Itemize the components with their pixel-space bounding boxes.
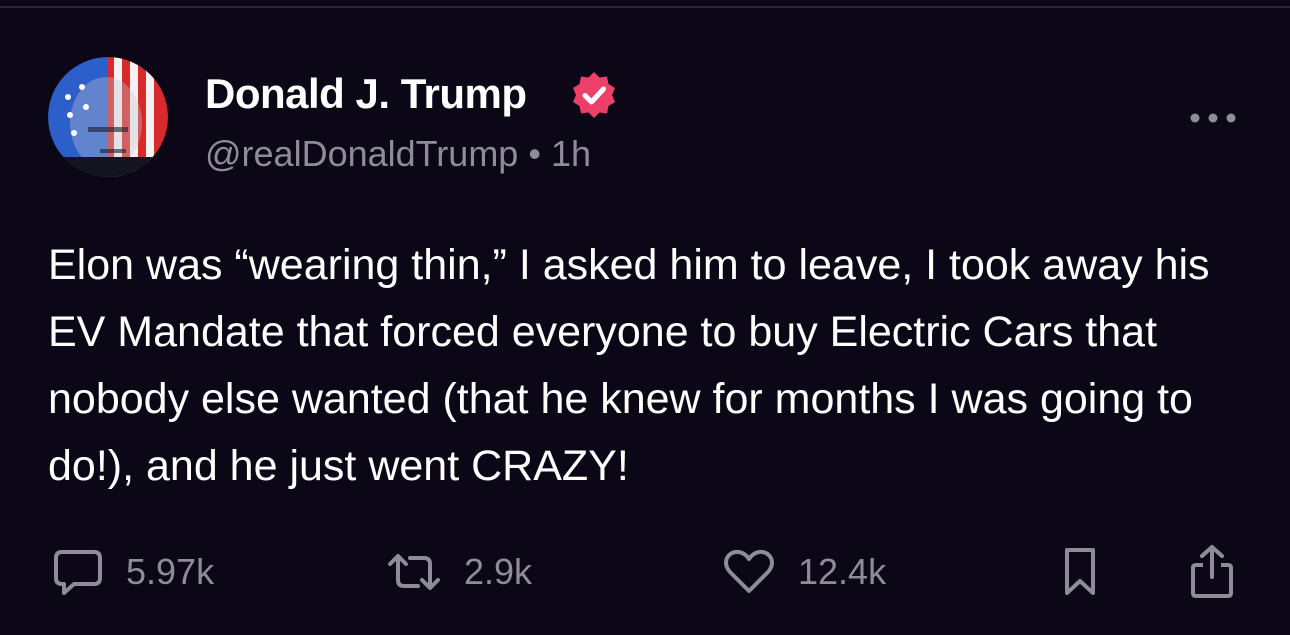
like-button[interactable]: 12.4k	[722, 540, 886, 604]
share-icon	[1191, 545, 1233, 598]
reply-button[interactable]: 5.97k	[52, 540, 214, 604]
author-name[interactable]: Donald J. Trump	[205, 68, 527, 120]
post-text: Elon was “wearing thin,” I asked him to …	[48, 241, 1210, 490]
post-card: Donald J. Trump @realDonaldTrump • 1h Elon…	[0, 0, 1290, 635]
avatar-image	[48, 57, 168, 177]
more-options-icon	[1190, 113, 1236, 123]
action-bar: 5.97k 2.9k 12.4k	[0, 540, 1290, 604]
heart-icon	[724, 549, 774, 593]
repost-count: 2.9k	[464, 551, 533, 592]
author-handle[interactable]: @realDonaldTrump	[205, 133, 518, 174]
avatar[interactable]	[48, 57, 168, 177]
share-button[interactable]	[1188, 540, 1236, 604]
post-time[interactable]: 1h	[551, 133, 591, 174]
repost-icon	[388, 554, 440, 590]
handle-row: @realDonaldTrump • 1h	[205, 132, 591, 176]
like-count: 12.4k	[798, 551, 887, 592]
bookmark-icon	[1065, 548, 1095, 595]
verified-badge-icon	[568, 69, 620, 121]
separator-dot: •	[528, 133, 541, 174]
reply-count: 5.97k	[126, 551, 215, 592]
repost-button[interactable]: 2.9k	[384, 540, 532, 604]
comment-icon	[54, 550, 102, 595]
bookmark-button[interactable]	[1060, 540, 1100, 604]
more-options-button[interactable]	[1187, 104, 1239, 132]
